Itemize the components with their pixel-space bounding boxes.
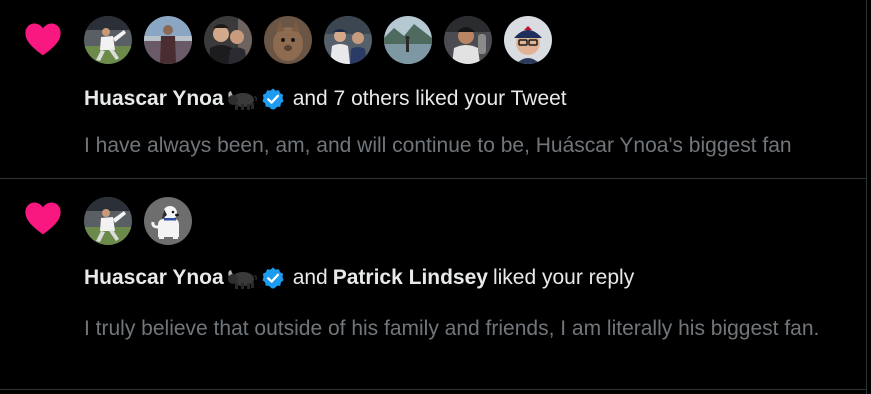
avatar-animal[interactable] [264, 16, 312, 64]
verified-badge-icon [262, 267, 284, 289]
liker-avatars [84, 197, 192, 245]
headline-connector: and [292, 266, 328, 289]
tweet-text[interactable]: I have always been, am, and will continu… [84, 132, 844, 160]
verified-badge-icon [262, 88, 284, 110]
notification-item[interactable]: Huascar Ynoa and Patrick Lindsey liked y… [0, 179, 866, 390]
avatar-pitcher-throwing[interactable] [84, 16, 132, 64]
avatar-stadium-person[interactable] [144, 16, 192, 64]
bull-emoji [227, 270, 257, 289]
notification-headline: Huascar Ynoa and 7 others liked your Twe… [84, 86, 567, 112]
actor-name[interactable]: Huascar Ynoa [84, 86, 224, 112]
headline-rest: and 7 others liked your Tweet [292, 87, 567, 110]
headline-rest: liked your reply [492, 266, 635, 289]
liker-avatars [84, 16, 552, 64]
avatar-player-smiling[interactable] [444, 16, 492, 64]
notifications-feed: Huascar Ynoa and 7 others liked your Twe… [0, 0, 866, 394]
actor-name[interactable]: Huascar Ynoa [84, 265, 224, 291]
avatar-white-dog[interactable] [144, 197, 192, 245]
heart-icon [25, 202, 61, 235]
avatar-lake-mountains[interactable] [384, 16, 432, 64]
bull-emoji [227, 91, 257, 110]
avatar-two-men[interactable] [204, 16, 252, 64]
notification-item[interactable]: Huascar Ynoa and 7 others liked your Twe… [0, 0, 866, 179]
notification-headline: Huascar Ynoa and Patrick Lindsey liked y… [84, 265, 634, 291]
heart-icon [25, 23, 61, 56]
tweet-text[interactable]: I truly believe that outside of his fami… [84, 315, 844, 343]
avatar-man-cap-glasses[interactable] [504, 16, 552, 64]
avatar-pitcher-throwing[interactable] [84, 197, 132, 245]
column-divider [866, 0, 867, 394]
avatar-baseball-fans[interactable] [324, 16, 372, 64]
second-actor-name[interactable]: Patrick Lindsey [333, 265, 488, 291]
